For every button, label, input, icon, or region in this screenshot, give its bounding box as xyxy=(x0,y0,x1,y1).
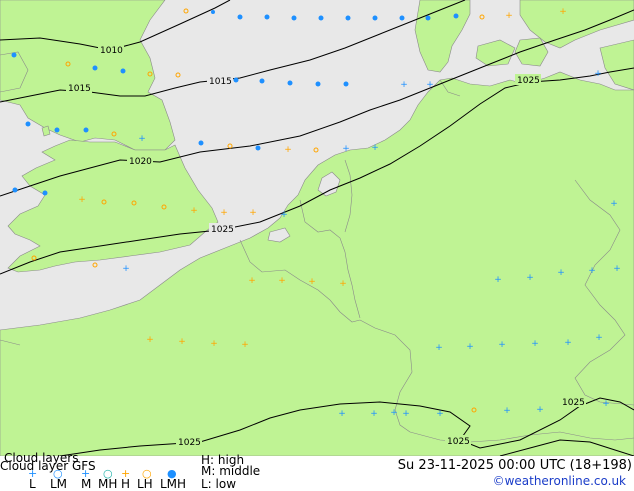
svg-text:+: + xyxy=(370,409,378,419)
svg-text:+: + xyxy=(613,264,621,274)
svg-text:+: + xyxy=(122,264,130,274)
legend-code-m: M xyxy=(81,477,92,491)
legend-code-lmh: LMH xyxy=(160,477,187,491)
svg-text:+: + xyxy=(371,143,379,153)
svg-text:+: + xyxy=(178,337,186,347)
svg-text:+: + xyxy=(241,340,249,350)
svg-text:+: + xyxy=(426,80,434,90)
isobar-label: 1025 xyxy=(178,438,201,448)
isobar-label: 1025 xyxy=(517,76,540,86)
svg-text:+: + xyxy=(503,406,511,416)
key-low: L: low xyxy=(201,477,237,491)
svg-text:+: + xyxy=(338,409,346,419)
svg-text:+: + xyxy=(559,7,567,17)
credit-link[interactable]: ©weatheronline.co.uk xyxy=(493,475,626,488)
svg-text:+: + xyxy=(339,279,347,289)
svg-text:+: + xyxy=(595,333,603,343)
svg-text:+: + xyxy=(505,11,513,21)
svg-text:+: + xyxy=(248,276,256,286)
svg-text:+: + xyxy=(435,343,443,353)
map-footer: Cloud layers Cloud layer GFS + ○ + ○ + ○… xyxy=(0,452,634,491)
legend-code-lh: LH xyxy=(137,477,153,491)
svg-text:+: + xyxy=(138,134,146,144)
forecast-datetime: Su 23-11-2025 00:00 UTC (18+198) xyxy=(397,458,632,473)
legend-code-l: L xyxy=(29,477,36,491)
svg-text:+: + xyxy=(220,208,228,218)
svg-text:+: + xyxy=(146,335,154,345)
isobar-label: 1015 xyxy=(209,77,232,87)
legend-code-mh: MH xyxy=(98,477,118,491)
svg-text:+: + xyxy=(390,408,398,418)
svg-text:+: + xyxy=(210,339,218,349)
svg-text:+: + xyxy=(602,399,610,409)
svg-text:+: + xyxy=(610,199,618,209)
svg-text:+: + xyxy=(78,195,86,205)
isobar-label: 1015 xyxy=(68,84,91,94)
isobar-label: 1025 xyxy=(562,398,585,408)
svg-text:+: + xyxy=(190,206,198,216)
svg-text:+: + xyxy=(498,340,506,350)
svg-text:+: + xyxy=(466,342,474,352)
svg-text:+: + xyxy=(564,338,572,348)
isobar-label: 1025 xyxy=(211,225,234,235)
svg-text:+: + xyxy=(249,208,257,218)
svg-text:+: + xyxy=(280,210,288,220)
svg-text:+: + xyxy=(594,69,602,79)
weather-map: 1010 1015 1015 1020 1025 1025 1025 1025 … xyxy=(0,0,634,456)
isobar-label: 1020 xyxy=(129,157,152,167)
svg-text:+: + xyxy=(536,405,544,415)
svg-text:+: + xyxy=(308,277,316,287)
legend-code-h: H xyxy=(121,477,131,491)
svg-text:+: + xyxy=(526,273,534,283)
svg-text:+: + xyxy=(284,145,292,155)
svg-text:+: + xyxy=(278,276,286,286)
svg-text:+: + xyxy=(557,268,565,278)
svg-text:+: + xyxy=(436,409,444,419)
isobar-label: 1025 xyxy=(447,437,470,447)
svg-text:+: + xyxy=(588,266,596,276)
isobar-label: 1010 xyxy=(100,46,123,56)
svg-text:+: + xyxy=(531,339,539,349)
svg-text:+: + xyxy=(400,80,408,90)
legend-code-lm: LM xyxy=(50,477,68,491)
svg-text:+: + xyxy=(342,144,350,154)
svg-text:+: + xyxy=(402,409,410,419)
svg-text:+: + xyxy=(494,275,502,285)
